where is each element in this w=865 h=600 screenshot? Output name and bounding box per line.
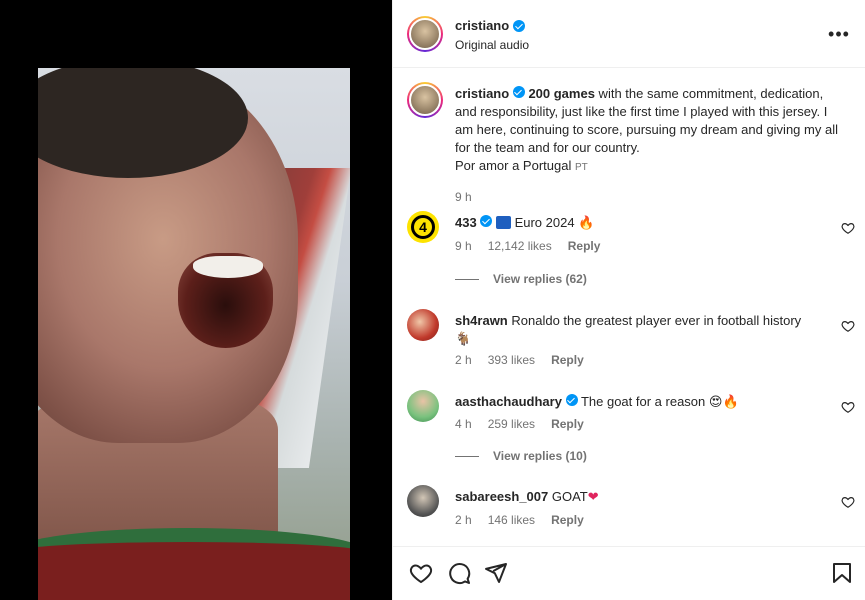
comment-like-heart-icon[interactable] xyxy=(841,495,855,509)
comment-likes[interactable]: 259 likes xyxy=(488,417,535,431)
comment-text: GOAT xyxy=(551,489,588,504)
comment-time: 2 h xyxy=(455,353,472,367)
verified-badge-icon xyxy=(512,86,525,98)
comment-time: 9 h xyxy=(455,239,472,253)
caption-avatar[interactable] xyxy=(407,82,443,118)
bookmark-icon[interactable] xyxy=(830,561,854,585)
comment-icon[interactable] xyxy=(447,561,471,585)
caption-body-2: Por amor a Portugal xyxy=(455,158,572,173)
post-actions-bar xyxy=(393,546,865,600)
video-shirt xyxy=(38,528,350,600)
verified-badge-icon xyxy=(480,215,493,227)
portugal-flag-icon: PT xyxy=(574,162,588,173)
send-icon[interactable] xyxy=(484,561,508,585)
euro-flag-icon xyxy=(495,216,511,229)
comment-body: sabareesh_007 GOAT❤ xyxy=(455,488,815,507)
comment-text: The goat for a reason xyxy=(580,394,706,409)
comment-meta: 9 h 12,142 likes Reply xyxy=(455,239,600,253)
reply-button[interactable]: Reply xyxy=(551,513,584,527)
caption-bold-text: 200 games xyxy=(528,86,595,101)
author-username[interactable]: cristiano xyxy=(455,18,526,33)
post-video[interactable] xyxy=(38,68,350,600)
audio-label[interactable]: Original audio xyxy=(455,38,529,52)
caption-text: cristiano 200 games with the same commit… xyxy=(455,85,840,177)
comment-body: aasthachaudhary The goat for a reason 😍🔥 xyxy=(455,393,815,412)
media-panel xyxy=(0,0,392,600)
caption-body: with the same commitment, dedication, an… xyxy=(455,86,838,155)
comment-likes[interactable]: 146 likes xyxy=(488,513,535,527)
reply-button[interactable]: Reply xyxy=(551,417,584,431)
view-replies-label[interactable]: View replies (62) xyxy=(493,272,587,286)
comment-time: 2 h xyxy=(455,513,472,527)
comment-like-heart-icon[interactable] xyxy=(841,400,855,414)
verified-badge-icon xyxy=(565,394,578,406)
comment-username[interactable]: sh4rawn xyxy=(455,313,508,328)
comments-section[interactable]: cristiano 200 games with the same commit… xyxy=(393,69,865,546)
comment-likes[interactable]: 393 likes xyxy=(488,353,535,367)
verified-badge-icon xyxy=(513,19,526,32)
goat-emoji-icon: 🐐 xyxy=(455,332,472,347)
comment-avatar[interactable]: 4 xyxy=(407,211,439,243)
comment-meta: 4 h 259 likes Reply xyxy=(455,417,584,431)
post-detail-panel: cristiano Original audio ••• cristiano 2… xyxy=(392,0,865,600)
reply-button[interactable]: Reply xyxy=(551,353,584,367)
reply-button[interactable]: Reply xyxy=(568,239,601,253)
comment-username[interactable]: sabareesh_007 xyxy=(455,489,548,504)
comment-meta: 2 h 393 likes Reply xyxy=(455,353,584,367)
view-replies-button[interactable]: View replies (10) xyxy=(455,449,587,463)
comment-avatar[interactable] xyxy=(407,485,439,517)
comment-username[interactable]: 433 xyxy=(455,215,477,230)
caption-username[interactable]: cristiano xyxy=(455,86,509,101)
comment-avatar[interactable] xyxy=(407,309,439,341)
divider-line xyxy=(455,278,479,280)
post-header: cristiano Original audio ••• xyxy=(393,0,865,68)
view-replies-label[interactable]: View replies (10) xyxy=(493,449,587,463)
red-heart-emoji-icon: ❤ xyxy=(587,490,599,505)
comment-avatar[interactable] xyxy=(407,390,439,422)
comment-like-heart-icon[interactable] xyxy=(841,319,855,333)
comment-body: sh4rawn Ronaldo the greatest player ever… xyxy=(455,312,815,349)
divider-line xyxy=(455,455,479,457)
author-username-text[interactable]: cristiano xyxy=(455,18,509,33)
author-avatar[interactable] xyxy=(407,16,443,52)
comment-text: Euro 2024 xyxy=(514,215,575,230)
comment-meta: 2 h 146 likes Reply xyxy=(455,513,584,527)
comment-body: 433 Euro 2024 🔥 xyxy=(455,214,815,233)
comment-text: Ronaldo the greatest player ever in foot… xyxy=(511,313,802,328)
comment-username[interactable]: aasthachaudhary xyxy=(455,394,562,409)
video-teeth xyxy=(193,256,263,278)
comment-likes[interactable]: 12,142 likes xyxy=(488,239,552,253)
view-replies-button[interactable]: View replies (62) xyxy=(455,272,587,286)
comment-like-heart-icon[interactable] xyxy=(841,221,855,235)
fire-emoji-icon: 🔥 xyxy=(578,216,595,231)
comment-time: 4 h xyxy=(455,417,472,431)
caption-time: 9 h xyxy=(455,190,472,204)
more-options-icon[interactable]: ••• xyxy=(827,22,851,46)
heart-icon[interactable] xyxy=(409,561,433,585)
heart-eyes-fire-emoji-icon: 😍🔥 xyxy=(708,395,739,410)
